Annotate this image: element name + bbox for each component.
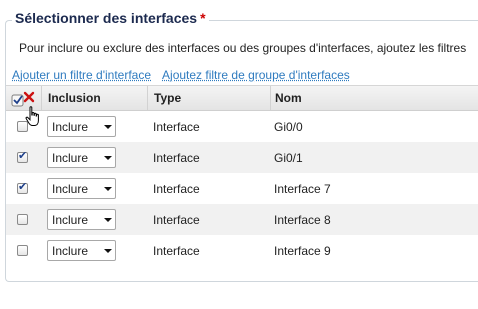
- type-cell: Interface: [153, 119, 200, 134]
- table-row: ✔ Inclure Interface Interface 8: [6, 204, 478, 235]
- column-header-type[interactable]: Type: [147, 86, 270, 110]
- inclusion-select[interactable]: Inclure: [47, 116, 116, 137]
- name-cell: Interface 9: [274, 243, 331, 258]
- row-checkbox[interactable]: ✔: [17, 180, 28, 194]
- required-marker: *: [200, 10, 206, 26]
- filter-links: Ajouter un filtre d'interface Ajoutez fil…: [12, 68, 350, 82]
- row-checkbox[interactable]: ✔: [17, 214, 28, 225]
- name-cell: Interface 7: [274, 181, 331, 196]
- name-cell: Gi0/0: [274, 119, 303, 134]
- intro-text: Pour inclure ou exclure des interfaces o…: [19, 41, 467, 55]
- select-all-clear-icon[interactable]: [10, 90, 40, 108]
- type-cell: Interface: [153, 212, 200, 227]
- column-header-name[interactable]: Nom: [270, 86, 478, 110]
- chevron-down-icon: [104, 156, 112, 160]
- inclusion-value: Inclure: [52, 120, 89, 134]
- row-checkbox[interactable]: ✔: [17, 149, 28, 163]
- inclusion-value: Inclure: [52, 151, 89, 165]
- table-row: ✔ Inclure Interface Gi0/0: [6, 111, 478, 142]
- checkmark-icon: ✔: [18, 180, 28, 193]
- column-header-inclusion[interactable]: Inclusion: [41, 86, 147, 110]
- add-interface-filter-link[interactable]: Ajouter un filtre d'interface: [12, 68, 151, 82]
- chevron-down-icon: [104, 125, 112, 129]
- row-checkbox[interactable]: ✔: [17, 245, 28, 256]
- chevron-down-icon: [104, 249, 112, 253]
- add-group-filter-link[interactable]: Ajoutez filtre de groupe d'interfaces: [162, 68, 350, 82]
- table-row: ✔ Inclure Interface Interface 7: [6, 173, 478, 204]
- inclusion-select[interactable]: Inclure: [47, 178, 116, 199]
- name-cell: Interface 8: [274, 212, 331, 227]
- inclusion-value: Inclure: [52, 244, 89, 258]
- inclusion-value: Inclure: [52, 182, 89, 196]
- inclusion-select[interactable]: Inclure: [47, 209, 116, 230]
- checkmark-icon: ✔: [18, 149, 28, 162]
- inclusion-value: Inclure: [52, 213, 89, 227]
- type-cell: Interface: [153, 243, 200, 258]
- row-checkbox[interactable]: ✔: [17, 121, 28, 132]
- type-cell: Interface: [153, 150, 200, 165]
- inclusion-select[interactable]: Inclure: [47, 147, 116, 168]
- table-row: ✔ Inclure Interface Gi0/1: [6, 142, 478, 173]
- table-header: Inclusion Type Nom: [6, 85, 478, 111]
- inclusion-select[interactable]: Inclure: [47, 240, 116, 261]
- section-title-text: Sélectionner des interfaces: [15, 10, 198, 26]
- interfaces-table: Inclusion Type Nom ✔ Inclure Interface G…: [6, 85, 478, 266]
- chevron-down-icon: [104, 218, 112, 222]
- section-title: Sélectionner des interfaces *: [12, 10, 209, 26]
- select-all-cell: [6, 86, 41, 110]
- table-row: ✔ Inclure Interface Interface 9: [6, 235, 478, 266]
- name-cell: Gi0/1: [274, 150, 303, 165]
- chevron-down-icon: [104, 187, 112, 191]
- type-cell: Interface: [153, 181, 200, 196]
